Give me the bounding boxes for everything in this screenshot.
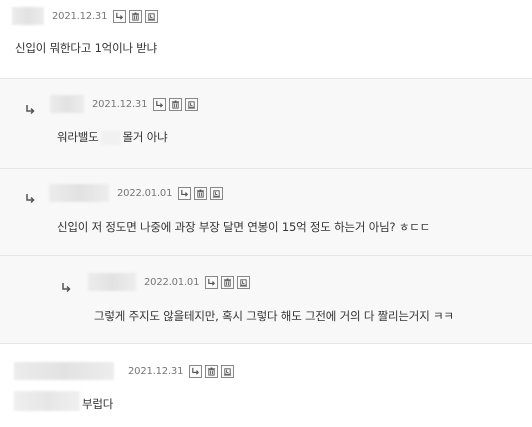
comment-date: 2022.01.01 bbox=[117, 187, 173, 199]
trash-icon bbox=[197, 188, 205, 198]
report-button[interactable] bbox=[221, 364, 235, 378]
comment-date: 2021.12.31 bbox=[52, 10, 108, 22]
reply-icon bbox=[208, 278, 216, 286]
report-icon bbox=[188, 100, 196, 109]
author-name-blurred bbox=[49, 184, 109, 202]
comment-text: 워라밸도 몰거 아냐 bbox=[57, 129, 168, 145]
comment-4: 2022.01.01 그렇게 주지도 않을테지만, 혹시 그렇다 해도 그전에 … bbox=[0, 255, 532, 344]
comment-date: 2021.12.31 bbox=[92, 98, 148, 110]
comment-meta: 2021.12.31 bbox=[12, 7, 161, 25]
delete-button[interactable] bbox=[194, 186, 208, 200]
comment-3: 2022.01.01 신입이 저 정도면 나중에 과장 부장 달면 연봉이 15… bbox=[0, 168, 532, 256]
report-icon bbox=[148, 12, 156, 21]
comment-date: 2022.01.01 bbox=[144, 276, 200, 288]
comment-text: 신입이 뭐한다고 1억이나 받냐 bbox=[15, 41, 158, 55]
comment-2: 2021.12.31 워라밸도 몰거 아냐 bbox=[0, 78, 532, 169]
report-button[interactable] bbox=[210, 186, 224, 200]
comment-text: 그렇게 주지도 않을테지만, 혹시 그렇다 해도 그전에 거의 다 짤리는거지 … bbox=[94, 309, 454, 323]
censored-word bbox=[100, 130, 121, 145]
delete-button[interactable] bbox=[129, 9, 143, 23]
trash-icon bbox=[224, 277, 232, 287]
comment-meta: 2021.12.31 bbox=[14, 362, 237, 380]
report-icon bbox=[224, 367, 232, 376]
comment-5: 2021.12.31 부럽다 bbox=[0, 343, 532, 427]
author-name-blurred bbox=[88, 273, 136, 291]
delete-button[interactable] bbox=[221, 275, 235, 289]
comment-meta: 2022.01.01 bbox=[49, 184, 226, 202]
censored-text bbox=[14, 391, 80, 411]
report-button[interactable] bbox=[237, 275, 251, 289]
reply-button[interactable] bbox=[113, 9, 127, 23]
reply-button[interactable] bbox=[189, 364, 203, 378]
reply-arrow-icon bbox=[24, 100, 36, 115]
delete-button[interactable] bbox=[169, 97, 183, 111]
author-name-blurred bbox=[50, 95, 84, 113]
comment-date: 2021.12.31 bbox=[128, 365, 184, 377]
author-name-blurred bbox=[14, 362, 114, 380]
reply-icon bbox=[116, 12, 124, 20]
author-name-blurred bbox=[12, 7, 44, 25]
reply-arrow-icon bbox=[60, 278, 72, 293]
report-button[interactable] bbox=[145, 9, 159, 23]
reply-arrow-icon bbox=[24, 189, 36, 204]
delete-button[interactable] bbox=[205, 364, 219, 378]
comment-text: 신입이 저 정도면 나중에 과장 부장 달면 연봉이 15억 정도 하는거 아님… bbox=[57, 220, 431, 234]
reply-button[interactable] bbox=[153, 97, 167, 111]
trash-icon bbox=[172, 99, 180, 109]
comment-text: 부럽다 bbox=[82, 397, 114, 411]
trash-icon bbox=[208, 366, 216, 376]
report-icon bbox=[240, 278, 248, 287]
reply-icon bbox=[181, 189, 189, 197]
reply-icon bbox=[192, 367, 200, 375]
comment-meta: 2021.12.31 bbox=[50, 95, 201, 113]
reply-button[interactable] bbox=[205, 275, 219, 289]
comment-text-before: 워라밸도 bbox=[57, 130, 99, 144]
trash-icon bbox=[132, 11, 140, 21]
reply-button[interactable] bbox=[178, 186, 192, 200]
report-button[interactable] bbox=[185, 97, 199, 111]
comment-meta: 2022.01.01 bbox=[88, 273, 253, 291]
report-icon bbox=[213, 189, 221, 198]
comment-1: 2021.12.31 신입이 뭐한다고 1억이나 받냐 bbox=[0, 0, 532, 78]
comment-text-after: 몰거 아냐 bbox=[122, 130, 168, 144]
reply-icon bbox=[156, 100, 164, 108]
